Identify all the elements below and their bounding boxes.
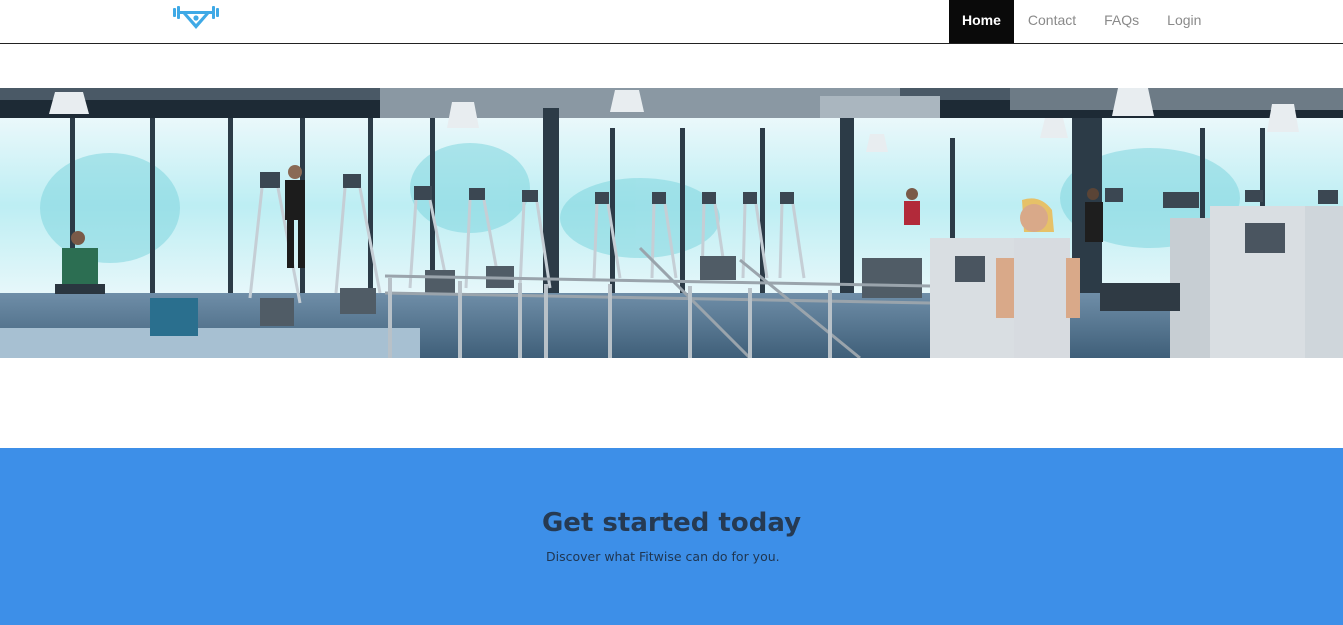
cta-title: Get started today xyxy=(541,508,802,538)
nav-contact[interactable]: Contact xyxy=(1014,0,1090,43)
nav-home[interactable]: Home xyxy=(949,0,1014,43)
logo-icon[interactable] xyxy=(171,5,221,31)
nav-login[interactable]: Login xyxy=(1153,0,1215,43)
cta-section: Get started today Discover what Fitwise … xyxy=(0,448,1343,625)
top-navbar: Home Contact FAQs Login xyxy=(0,0,1343,44)
nav-faqs[interactable]: FAQs xyxy=(1090,0,1153,43)
hero-gym-image xyxy=(0,88,1343,358)
main-nav: Home Contact FAQs Login xyxy=(949,0,1215,43)
cta-subtitle: Discover what Fitwise can do for you. xyxy=(546,549,780,564)
